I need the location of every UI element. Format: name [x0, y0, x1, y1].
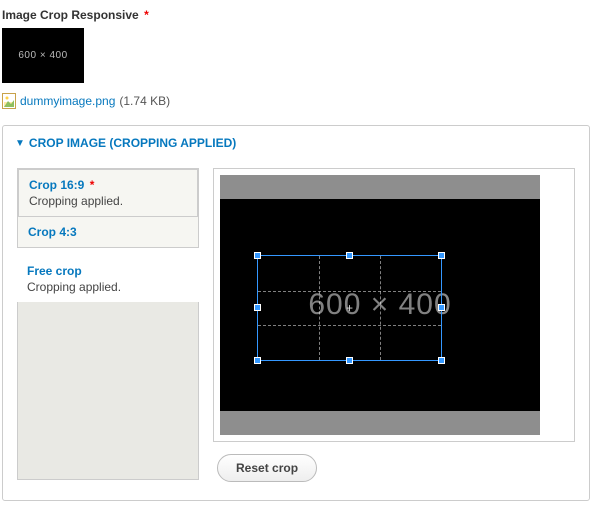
- tabs-empty-area: [17, 302, 199, 480]
- thumbnail-dim-text: 600 × 400: [18, 50, 67, 61]
- crop-panel-body: Crop 16:9 * Cropping applied. Crop 4:3 F…: [3, 160, 589, 500]
- crop-frame: 600 × 400 +: [213, 168, 575, 442]
- crop-editor: 600 × 400 +: [213, 168, 575, 482]
- crop-handle-nw[interactable]: [254, 252, 261, 259]
- tab-free-crop[interactable]: Free crop Cropping applied.: [17, 256, 199, 302]
- crop-handle-w[interactable]: [254, 304, 261, 311]
- field-label: Image Crop Responsive *: [0, 0, 592, 26]
- tab-subtext: Cropping applied.: [27, 280, 189, 294]
- required-mark: *: [90, 178, 95, 192]
- crop-panel-toggle[interactable]: ▼ CROP IMAGE (CROPPING APPLIED): [3, 126, 589, 160]
- thumbnail-image[interactable]: 600 × 400: [2, 28, 84, 83]
- tab-crop-16-9[interactable]: Crop 16:9 * Cropping applied.: [17, 168, 199, 217]
- crop-handle-ne[interactable]: [438, 252, 445, 259]
- tab-title: Free crop: [27, 264, 189, 278]
- crop-panel-title: CROP IMAGE (CROPPING APPLIED): [29, 136, 236, 150]
- crop-panel: ▼ CROP IMAGE (CROPPING APPLIED) Crop 16:…: [2, 125, 590, 501]
- reset-crop-button[interactable]: Reset crop: [217, 454, 317, 482]
- thumbnail-wrap: 600 × 400: [0, 26, 592, 87]
- crop-handle-sw[interactable]: [254, 357, 261, 364]
- crop-center-icon: +: [346, 301, 353, 315]
- crop-handle-s[interactable]: [346, 357, 353, 364]
- file-size: (1.74 KB): [119, 94, 170, 108]
- tab-title: Crop 4:3: [28, 225, 77, 239]
- file-row: dummyimage.png (1.74 KB): [0, 87, 592, 123]
- tab-title: Crop 16:9: [29, 178, 84, 192]
- crop-selection[interactable]: +: [257, 255, 442, 361]
- file-link[interactable]: dummyimage.png: [20, 94, 115, 108]
- required-mark: *: [144, 8, 149, 22]
- crop-tabs: Crop 16:9 * Cropping applied. Crop 4:3 F…: [17, 168, 199, 482]
- crop-handle-n[interactable]: [346, 252, 353, 259]
- image-file-icon: [2, 93, 16, 109]
- tab-subtext: Cropping applied.: [29, 194, 187, 208]
- tab-crop-4-3[interactable]: Crop 4:3: [17, 217, 199, 248]
- crop-viewport[interactable]: 600 × 400 +: [220, 175, 540, 435]
- disclosure-triangle-icon: ▼: [15, 138, 25, 149]
- field-label-text: Image Crop Responsive: [2, 8, 139, 22]
- crop-handle-e[interactable]: [438, 304, 445, 311]
- crop-handle-se[interactable]: [438, 357, 445, 364]
